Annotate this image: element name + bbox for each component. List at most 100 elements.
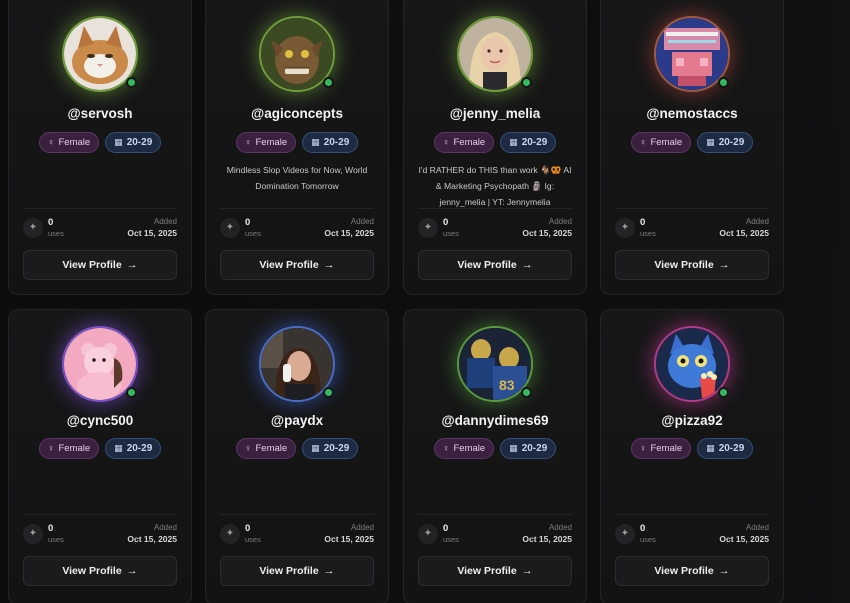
uses-count: 0 bbox=[48, 523, 54, 534]
uses-count: 0 bbox=[48, 217, 54, 228]
stats-row: ✦ 0 uses Added Oct 15, 2025 bbox=[220, 523, 374, 547]
profile-card: @agiconcepts ♀ Female ▦ 20-29 Mindless Slo… bbox=[205, 0, 389, 295]
arrow-right-icon: → bbox=[126, 565, 138, 577]
arrow-right-icon: → bbox=[718, 565, 730, 577]
gender-icon: ♀ bbox=[639, 443, 647, 453]
uses-label: uses bbox=[443, 229, 459, 238]
avatar[interactable]: 83 bbox=[457, 326, 533, 402]
username[interactable]: @dannydimes69 bbox=[404, 413, 586, 428]
username[interactable]: @nemostaccs bbox=[601, 106, 783, 121]
added-date: Oct 15, 2025 bbox=[719, 534, 769, 544]
avatar[interactable] bbox=[62, 16, 138, 92]
phone-woman-avatar-icon bbox=[261, 328, 333, 400]
stats-row: ✦ 0 uses Added Oct 15, 2025 bbox=[23, 523, 177, 547]
age-badge: ▦ 20-29 bbox=[302, 438, 359, 459]
divider bbox=[418, 208, 572, 209]
online-status-dot bbox=[323, 77, 334, 88]
gender-badge: ♀ Female bbox=[235, 438, 297, 459]
sparkle-icon: ✦ bbox=[418, 218, 438, 238]
profile-card: @servosh ♀ Female ▦ 20-29 ✦ 0 uses Added O… bbox=[8, 0, 192, 295]
added-label: Added bbox=[548, 523, 572, 532]
gender-badge: ♀ Female bbox=[235, 132, 297, 153]
gender-badge: ♀ Female bbox=[38, 438, 100, 459]
gender-icon: ♀ bbox=[47, 443, 55, 453]
arrow-right-icon: → bbox=[521, 259, 533, 271]
added-label: Added bbox=[153, 217, 177, 226]
divider bbox=[220, 208, 374, 209]
uses-count: 0 bbox=[443, 523, 449, 534]
profile-card: @cync500 ♀ Female ▦ 20-29 ✦ 0 uses Added O… bbox=[8, 309, 192, 603]
uses-count: 0 bbox=[640, 217, 646, 228]
gender-badge: ♀ Female bbox=[433, 132, 495, 153]
online-status-dot bbox=[323, 387, 334, 398]
arrow-right-icon: → bbox=[126, 259, 138, 271]
uses-label: uses bbox=[48, 229, 64, 238]
view-profile-button[interactable]: View Profile → bbox=[23, 250, 177, 280]
pixel-avatar-icon bbox=[656, 18, 728, 90]
username[interactable]: @servosh bbox=[9, 106, 191, 121]
view-profile-button[interactable]: View Profile → bbox=[220, 250, 374, 280]
view-profile-button[interactable]: View Profile → bbox=[615, 250, 769, 280]
age-badge: ▦ 20-29 bbox=[500, 438, 557, 459]
gender-icon: ♀ bbox=[244, 443, 252, 453]
username[interactable]: @jenny_melia bbox=[404, 106, 586, 121]
stats-row: ✦ 0 uses Added Oct 15, 2025 bbox=[615, 523, 769, 547]
view-profile-button[interactable]: View Profile → bbox=[418, 556, 572, 586]
gender-badge: ♀ Female bbox=[630, 132, 692, 153]
badges: ♀ Female ▦ 20-29 bbox=[601, 438, 783, 459]
added-date: Oct 15, 2025 bbox=[324, 534, 374, 544]
age-badge: ▦ 20-29 bbox=[697, 132, 754, 153]
online-status-dot bbox=[126, 77, 137, 88]
uses-label: uses bbox=[245, 229, 261, 238]
badges: ♀ Female ▦ 20-29 bbox=[601, 132, 783, 153]
age-badge: ▦ 20-29 bbox=[302, 132, 359, 153]
sparkle-icon: ✦ bbox=[23, 218, 43, 238]
uses-count: 0 bbox=[245, 523, 251, 534]
stats-row: ✦ 0 uses Added Oct 15, 2025 bbox=[418, 523, 572, 547]
divider bbox=[615, 208, 769, 209]
gender-icon: ♀ bbox=[442, 137, 450, 147]
calendar-icon: ▦ bbox=[311, 137, 320, 147]
badges: ♀ Female ▦ 20-29 bbox=[404, 132, 586, 153]
stats-row: ✦ 0 uses Added Oct 15, 2025 bbox=[23, 217, 177, 241]
sparkle-icon: ✦ bbox=[418, 524, 438, 544]
profile-card: @pizza92 ♀ Female ▦ 20-29 ✦ 0 uses Added O… bbox=[600, 309, 784, 603]
username[interactable]: @agiconcepts bbox=[206, 106, 388, 121]
added-date: Oct 15, 2025 bbox=[127, 534, 177, 544]
sparkle-icon: ✦ bbox=[220, 524, 240, 544]
avatar[interactable] bbox=[62, 326, 138, 402]
online-status-dot bbox=[718, 387, 729, 398]
bio: Mindless Slop Videos for Now, World Domi… bbox=[226, 165, 368, 191]
sparkle-icon: ✦ bbox=[23, 524, 43, 544]
creature-avatar-icon bbox=[261, 18, 333, 90]
gender-badge: ♀ Female bbox=[38, 132, 100, 153]
avatar[interactable] bbox=[259, 16, 335, 92]
profiles-grid: @servosh ♀ Female ▦ 20-29 ✦ 0 uses Added O… bbox=[0, 0, 850, 603]
view-profile-button[interactable]: View Profile → bbox=[418, 250, 572, 280]
online-status-dot bbox=[126, 387, 137, 398]
username[interactable]: @cync500 bbox=[9, 413, 191, 428]
arrow-right-icon: → bbox=[521, 565, 533, 577]
username[interactable]: @pizza92 bbox=[601, 413, 783, 428]
cat-avatar-icon bbox=[64, 18, 136, 90]
arrow-right-icon: → bbox=[718, 259, 730, 271]
added-date: Oct 15, 2025 bbox=[719, 228, 769, 238]
added-label: Added bbox=[548, 217, 572, 226]
age-badge: ▦ 20-29 bbox=[105, 132, 162, 153]
added-date: Oct 15, 2025 bbox=[127, 228, 177, 238]
view-profile-button[interactable]: View Profile → bbox=[23, 556, 177, 586]
divider bbox=[615, 514, 769, 515]
avatar[interactable] bbox=[259, 326, 335, 402]
avatar[interactable] bbox=[457, 16, 533, 92]
added-label: Added bbox=[745, 217, 769, 226]
uses-label: uses bbox=[245, 535, 261, 544]
view-profile-button[interactable]: View Profile → bbox=[220, 556, 374, 586]
added-label: Added bbox=[745, 523, 769, 532]
avatar[interactable] bbox=[654, 16, 730, 92]
gender-icon: ♀ bbox=[639, 137, 647, 147]
username[interactable]: @paydx bbox=[206, 413, 388, 428]
age-badge: ▦ 20-29 bbox=[697, 438, 754, 459]
view-profile-button[interactable]: View Profile → bbox=[615, 556, 769, 586]
uses-label: uses bbox=[48, 535, 64, 544]
avatar[interactable] bbox=[654, 326, 730, 402]
